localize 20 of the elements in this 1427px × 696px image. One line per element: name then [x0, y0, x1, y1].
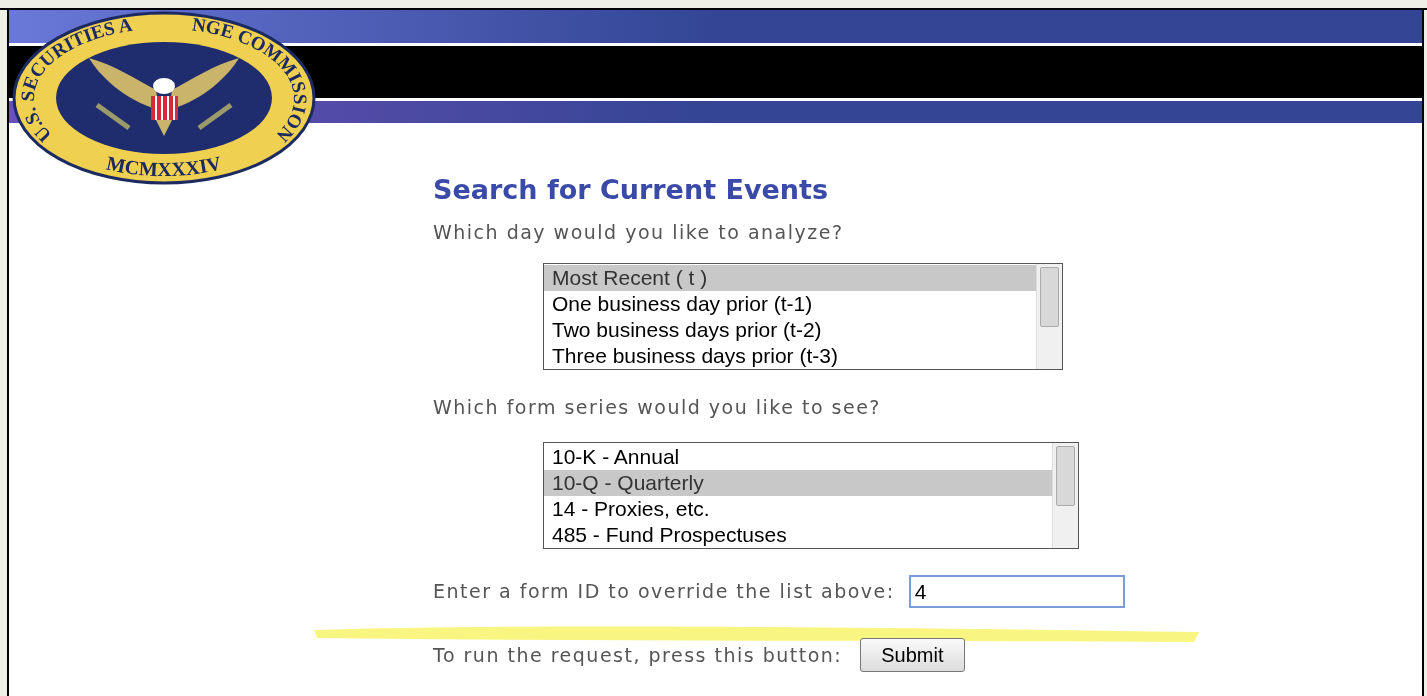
- submit-button[interactable]: Submit: [860, 638, 965, 672]
- question-text: Which day would you like to analyze?: [433, 220, 844, 245]
- question-text: Which form series would you like to see?: [433, 395, 881, 420]
- day-listbox[interactable]: Most Recent ( t ) One business day prior (t-1) Two business days prior (t-2) Three business days prior (t-3): [543, 263, 1063, 370]
- list-option[interactable]: One business day prior (t-1): [544, 291, 1036, 317]
- list-option[interactable]: 10-Q - Quarterly: [544, 470, 1052, 496]
- list-option[interactable]: 485 - Fund Prospectuses: [544, 522, 1052, 548]
- seal-text: MCMXXXIV: [104, 151, 224, 181]
- field-label: To run the request, press this button:: [433, 642, 843, 668]
- page-title: Search for Current Events: [433, 173, 828, 207]
- list-option[interactable]: Most Recent ( t ): [544, 265, 1036, 291]
- form-id-field[interactable]: 4: [908, 575, 1125, 608]
- scrollbar-thumb[interactable]: [1040, 267, 1059, 327]
- list-option[interactable]: 10-K - Annual: [544, 444, 1052, 470]
- field-label: Enter a form ID to override the list above:: [433, 579, 895, 605]
- list-option[interactable]: Two business days prior (t-2): [544, 317, 1036, 343]
- list-option[interactable]: Three business days prior (t-3): [544, 343, 1036, 369]
- form-listbox[interactable]: 10-K - Annual 10-Q - Quarterly 14 - Proxies, etc. 485 - Fund Prospectuses: [543, 442, 1079, 549]
- list-option[interactable]: 14 - Proxies, etc.: [544, 496, 1052, 522]
- scrollbar-thumb[interactable]: [1056, 446, 1075, 506]
